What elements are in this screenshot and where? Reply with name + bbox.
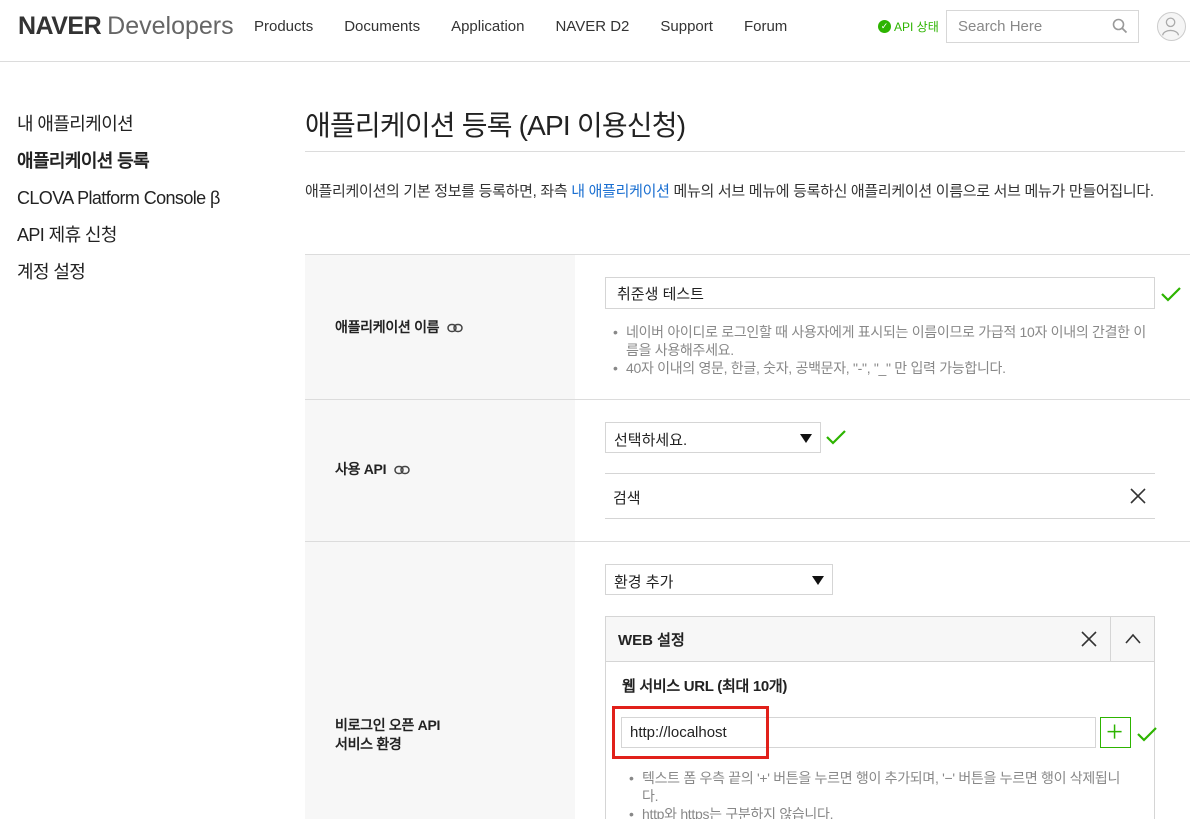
api-status-link[interactable]: ✓ API 상태 <box>878 18 939 35</box>
service-env-label-line2: 서비스 환경 <box>335 736 402 752</box>
title-divider <box>305 151 1185 152</box>
link-icon[interactable] <box>447 323 463 333</box>
intro-pre: 애플리케이션의 기본 정보를 등록하면, 좌측 <box>305 183 572 200</box>
intro-text: 애플리케이션의 기본 정보를 등록하면, 좌측 내 애플리케이션 메뉴의 서브 … <box>305 178 1185 205</box>
nav-support[interactable]: Support <box>660 18 713 35</box>
sidebar-item-register-application[interactable]: 애플리케이션 등록 <box>17 143 220 180</box>
app-name-label-cell: 애플리케이션 이름 <box>305 255 575 400</box>
user-icon <box>1162 17 1180 36</box>
api-select-value: 선택하세요. <box>614 432 688 449</box>
remove-web-close-icon[interactable] <box>1081 631 1097 647</box>
app-name-field <box>605 277 1155 309</box>
page-title: 애플리케이션 등록 (API 이용신청) <box>305 110 686 141</box>
web-settings-title: WEB 설정 <box>618 632 685 649</box>
logo-sub: Developers <box>107 12 234 40</box>
check-circle-icon: ✓ <box>878 20 891 33</box>
service-env-row: 비로그인 오픈 API 서비스 환경 환경 추가 WEB 설정 웹 서비스 UR… <box>305 541 1190 819</box>
service-env-label-cell: 비로그인 오픈 API 서비스 환경 <box>305 542 575 819</box>
header-divider <box>1110 617 1111 661</box>
service-env-label: 비로그인 오픈 API 서비스 환경 <box>335 716 440 754</box>
sidebar-item-account-settings[interactable]: 계정 설정 <box>17 254 220 291</box>
app-name-input[interactable] <box>606 278 1154 308</box>
check-icon <box>1137 727 1157 742</box>
web-url-notes: 텍스트 폼 우측 끝의 '+' 버튼을 누르면 행이 추가되며, '−' 버튼을… <box>625 769 1135 819</box>
nav-application[interactable]: Application <box>451 18 524 35</box>
user-avatar[interactable] <box>1157 12 1186 41</box>
env-add-select-value: 환경 추가 <box>614 574 674 591</box>
caret-down-icon <box>800 434 812 443</box>
link-icon[interactable] <box>394 465 410 475</box>
app-name-notes: 네이버 아이디로 로그인할 때 사용자에게 표시되는 이름이므로 가급적 10자… <box>609 323 1154 377</box>
app-name-note-2: 40자 이내의 영문, 한글, 숫자, 공백문자, "-", "_" 만 입력 … <box>609 359 1154 377</box>
service-env-label-line1: 비로그인 오픈 API <box>335 717 441 733</box>
caret-down-icon <box>812 576 824 585</box>
api-select[interactable]: 선택하세요. <box>605 422 821 453</box>
sidebar-item-clova-console[interactable]: CLOVA Platform Console β <box>17 180 220 217</box>
plus-icon <box>1107 724 1122 739</box>
use-api-label-cell: 사용 API <box>305 400 575 542</box>
main-nav: Products Documents Application NAVER D2 … <box>254 18 787 35</box>
sidebar: 내 애플리케이션 애플리케이션 등록 CLOVA Platform Consol… <box>17 106 220 291</box>
app-name-label-text: 애플리케이션 이름 <box>335 319 440 335</box>
web-url-label: 웹 서비스 URL (최대 10개) <box>622 678 788 695</box>
app-name-row: 애플리케이션 이름 네이버 아이디로 로그인할 때 사용자에게 표시되는 이름이… <box>305 254 1190 400</box>
web-url-note-2: http와 https는 구분하지 않습니다. <box>625 805 1135 819</box>
nav-products[interactable]: Products <box>254 18 313 35</box>
remove-api-close-icon[interactable] <box>1130 488 1146 504</box>
web-settings-header: WEB 설정 <box>606 617 1154 662</box>
api-status-label: API 상태 <box>894 20 939 34</box>
logo-brand: NAVER <box>18 12 102 40</box>
my-applications-link[interactable]: 내 애플리케이션 <box>571 183 670 200</box>
sidebar-item-my-applications[interactable]: 내 애플리케이션 <box>17 106 220 143</box>
use-api-label: 사용 API <box>335 460 410 479</box>
app-name-note-1: 네이버 아이디로 로그인할 때 사용자에게 표시되는 이름이므로 가급적 10자… <box>609 323 1154 359</box>
search-icon[interactable] <box>1112 18 1128 34</box>
env-add-select[interactable]: 환경 추가 <box>605 564 833 595</box>
nav-forum[interactable]: Forum <box>744 18 787 35</box>
selected-api-item: 검색 <box>605 473 1155 519</box>
selected-api-name: 검색 <box>613 490 641 507</box>
check-icon <box>1161 287 1181 302</box>
check-icon <box>826 430 846 445</box>
intro-post: 메뉴의 서브 메뉴에 등록하신 애플리케이션 이름으로 서브 메뉴가 만들어집니… <box>669 183 1154 200</box>
search-box <box>946 10 1139 43</box>
chevron-up-icon[interactable] <box>1125 631 1141 647</box>
web-url-note-1: 텍스트 폼 우측 끝의 '+' 버튼을 누르면 행이 추가되며, '−' 버튼을… <box>625 769 1135 805</box>
nav-naver-d2[interactable]: NAVER D2 <box>555 18 629 35</box>
app-name-label: 애플리케이션 이름 <box>335 318 463 337</box>
nav-documents[interactable]: Documents <box>344 18 420 35</box>
search-input[interactable] <box>947 11 1107 42</box>
sidebar-item-api-partnership[interactable]: API 제휴 신청 <box>17 217 220 254</box>
add-url-button[interactable] <box>1100 717 1131 748</box>
top-header: NAVER Developers Products Documents Appli… <box>0 0 1190 62</box>
highlight-annotation-box <box>612 706 769 759</box>
use-api-row: 사용 API 선택하세요. 검색 <box>305 399 1190 542</box>
naver-developers-logo[interactable]: NAVER Developers <box>18 12 234 40</box>
use-api-label-text: 사용 API <box>335 461 387 477</box>
